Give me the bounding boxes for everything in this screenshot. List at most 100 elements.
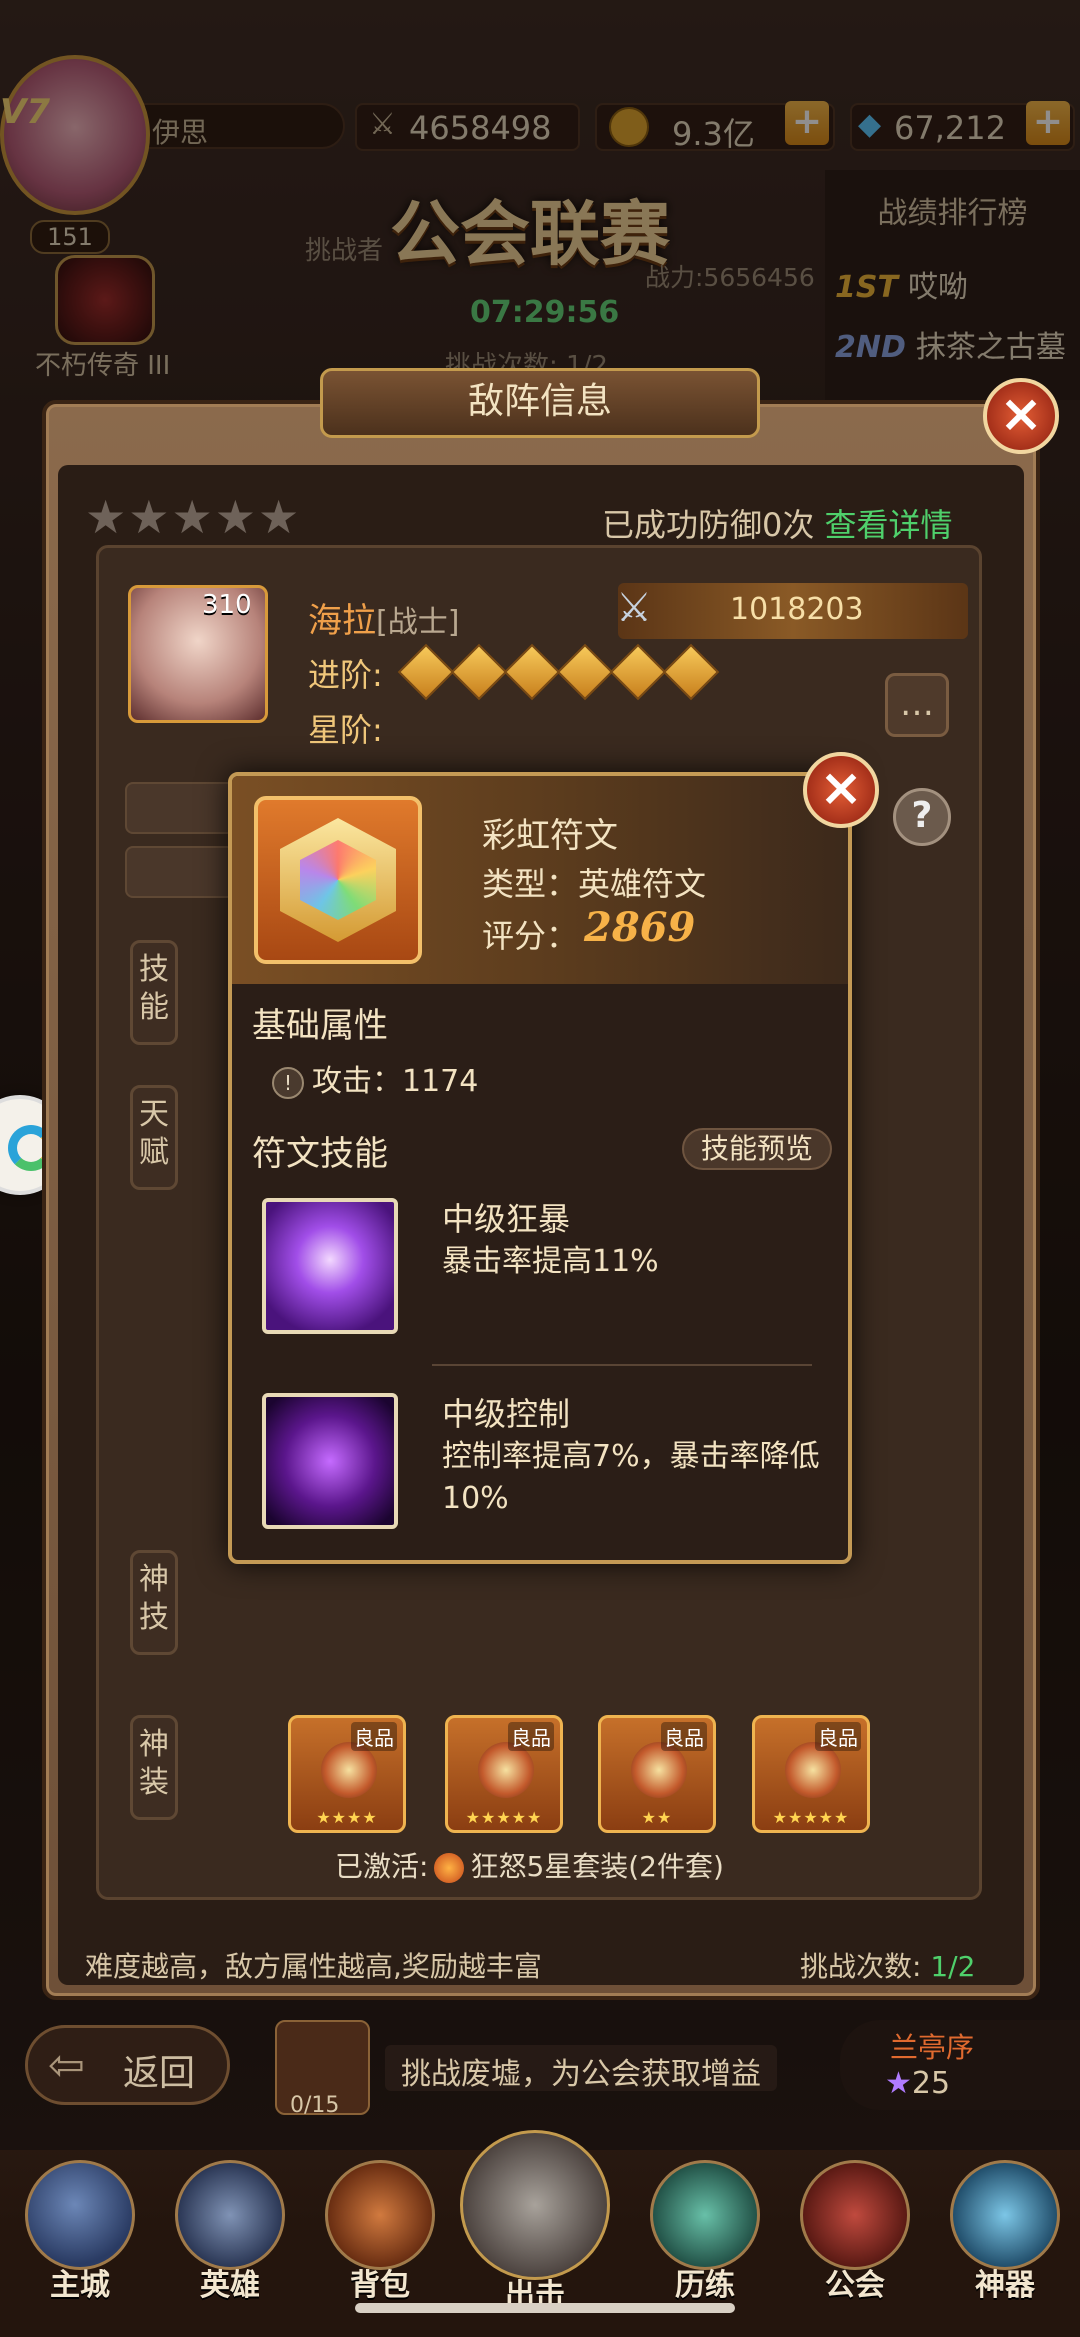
rune-detail-popup: 彩虹符文 类型：英雄符文 评分： 2869 基础属性 ! 攻击：1174 符文技能… [228, 772, 852, 1564]
difficulty-hint: 难度越高，敌方属性越高,奖励越丰富 [85, 1950, 542, 1983]
portal-icon [650, 2160, 760, 2270]
chat-button[interactable]: … [885, 673, 949, 737]
equip-quality: 良品 [508, 1722, 554, 1751]
tab-skills[interactable]: 技能 [130, 940, 178, 1045]
sword-icon: ⚔ [616, 585, 652, 631]
attack-icon: ! [272, 1066, 304, 1099]
star-icon: ★ [885, 2066, 912, 2101]
skill-description: 控制率提高7%，暴击率降低10% [442, 1439, 820, 1516]
nav-artifact[interactable]: 神器 [930, 2150, 1080, 2325]
skill-description: 暴击率提高11% [442, 1244, 659, 1279]
rune-icon [254, 796, 422, 964]
nav-label: 英雄 [200, 2268, 260, 2303]
rune-score-label: 评分： [482, 917, 579, 955]
hero-name-line: 海拉[战士] [308, 593, 459, 642]
equip-slot-bracelet[interactable]: 良品 ★★★★★ [752, 1715, 870, 1833]
back-label: 返回 [123, 2053, 196, 2094]
hero-name: 海拉 [308, 601, 376, 641]
nav-guild[interactable]: 公会 [780, 2150, 930, 2325]
helmet-icon [175, 2160, 285, 2270]
crystal-orb-icon [950, 2160, 1060, 2270]
nav-backpack[interactable]: 背包 [305, 2150, 455, 2325]
control-skill-icon[interactable] [262, 1393, 398, 1529]
nav-label: 主城 [50, 2268, 110, 2303]
tab-divine-skill[interactable]: 神技 [130, 1550, 178, 1655]
close-icon: × [999, 384, 1043, 444]
hero-power: 1018203 [730, 592, 864, 627]
attack-attribute: ! 攻击：1174 [272, 1056, 478, 1100]
equip-slot-necklace[interactable]: 良品 ★★★★★ [445, 1715, 563, 1833]
nav-label: 神器 [975, 2268, 1035, 2303]
challenge-count-value: 1/2 [930, 1950, 976, 1983]
difficulty-stars: ★★★★★ [85, 490, 302, 544]
equip-slot-earrings[interactable]: 良品 ★★★★ [288, 1715, 406, 1833]
skill-preview-button[interactable]: 技能预览 [682, 1128, 832, 1170]
nav-label: 历练 [675, 2268, 735, 2303]
divider [432, 1364, 812, 1366]
quest-progress: 0/15 [290, 2093, 340, 2118]
crossed-swords-icon [460, 2130, 610, 2280]
skill-name: 中级狂暴 [442, 1200, 571, 1238]
advance-label: 进阶: [308, 656, 383, 694]
attack-value: 攻击：1174 [312, 1064, 479, 1099]
nav-training[interactable]: 历练 [630, 2150, 780, 2325]
panel-title: 敌阵信息 [320, 368, 760, 438]
rune-score: 2869 [584, 904, 696, 951]
home-indicator[interactable] [355, 2303, 735, 2313]
hero-level: 310 [202, 590, 252, 620]
base-attributes-title: 基础属性 [252, 1006, 388, 1046]
equip-quality: 良品 [351, 1722, 397, 1751]
guild-banner-icon [800, 2160, 910, 2270]
nav-label: 背包 [350, 2268, 410, 2303]
quest-text: 挑战废墟，为公会获取增益 [385, 2045, 777, 2092]
challenge-count: 挑战次数: 1/2 [800, 1945, 975, 1985]
equip-stars: ★★★★★ [772, 1808, 850, 1827]
nav-attack[interactable]: 出击 [460, 2120, 610, 2313]
nav-heroes[interactable]: 英雄 [155, 2150, 305, 2325]
hero-class: [战士] [376, 605, 460, 640]
equip-quality: 良品 [815, 1722, 861, 1751]
rune-popup-close-button[interactable]: × [803, 752, 879, 828]
equip-quality: 良品 [661, 1722, 707, 1751]
nav-label: 公会 [825, 2268, 885, 2303]
equip-slot-ring[interactable]: 良品 ★★ [598, 1715, 716, 1833]
rune-name: 彩虹符文 [482, 816, 618, 856]
rune-skill-item: 中级控制 控制率提高7%，暴击率降低10% [232, 1371, 848, 1560]
equip-stars: ★★★★ [316, 1808, 378, 1827]
tab-talent[interactable]: 天赋 [130, 1085, 178, 1190]
castle-icon [25, 2160, 135, 2270]
equip-stars: ★★ [641, 1808, 673, 1827]
help-icon: ? [911, 795, 933, 836]
close-icon: × [819, 758, 863, 818]
bottom-quest-bar: ⇦ 返回 0/15 挑战废墟，为公会获取增益 兰亭序 ★25 [0, 2005, 1080, 2118]
rage-set-icon [434, 1853, 465, 1883]
skill-name: 中级控制 [442, 1395, 571, 1433]
set-bonus-label: 已激活: [335, 1850, 429, 1883]
chest-icon [325, 2160, 435, 2270]
view-details-link[interactable]: 查看详情 [825, 506, 953, 544]
back-arrow-icon: ⇦ [48, 2040, 85, 2091]
help-button[interactable]: ? [893, 788, 951, 846]
back-button[interactable]: ⇦ 返回 [25, 2025, 230, 2105]
nav-main-city[interactable]: 主城 [5, 2150, 155, 2325]
star-label: 星阶: [308, 711, 383, 749]
defense-count-text: 已成功防御0次 [602, 506, 815, 544]
berserk-skill-icon[interactable] [262, 1198, 398, 1334]
rune-skill-item: 中级狂暴 暴击率提高11% [232, 1176, 848, 1366]
defense-status: 已成功防御0次 查看详情 [602, 500, 953, 546]
opponent-guild[interactable]: 兰亭序 ★25 [840, 2020, 1080, 2110]
chat-icon: … [900, 684, 934, 724]
stat-chip [125, 782, 235, 834]
equip-stars: ★★★★★ [465, 1808, 543, 1827]
opponent-guild-score: ★25 [885, 2066, 951, 2101]
rune-header: 彩虹符文 类型：英雄符文 评分： 2869 [232, 776, 848, 984]
rune-type: 类型：英雄符文 [482, 865, 707, 903]
set-bonus-value: 狂怒5星套装(2件套) [470, 1850, 724, 1883]
set-bonus: 已激活: 狂怒5星套装(2件套) [335, 1845, 724, 1885]
challenge-count-label: 挑战次数: [800, 1950, 922, 1983]
stat-chip [125, 846, 235, 898]
tab-divine-gear[interactable]: 神装 [130, 1715, 178, 1820]
rune-skills-title: 符文技能 [252, 1134, 388, 1174]
opponent-guild-name: 兰亭序 [890, 2031, 975, 2064]
panel-close-button[interactable]: × [983, 378, 1059, 454]
